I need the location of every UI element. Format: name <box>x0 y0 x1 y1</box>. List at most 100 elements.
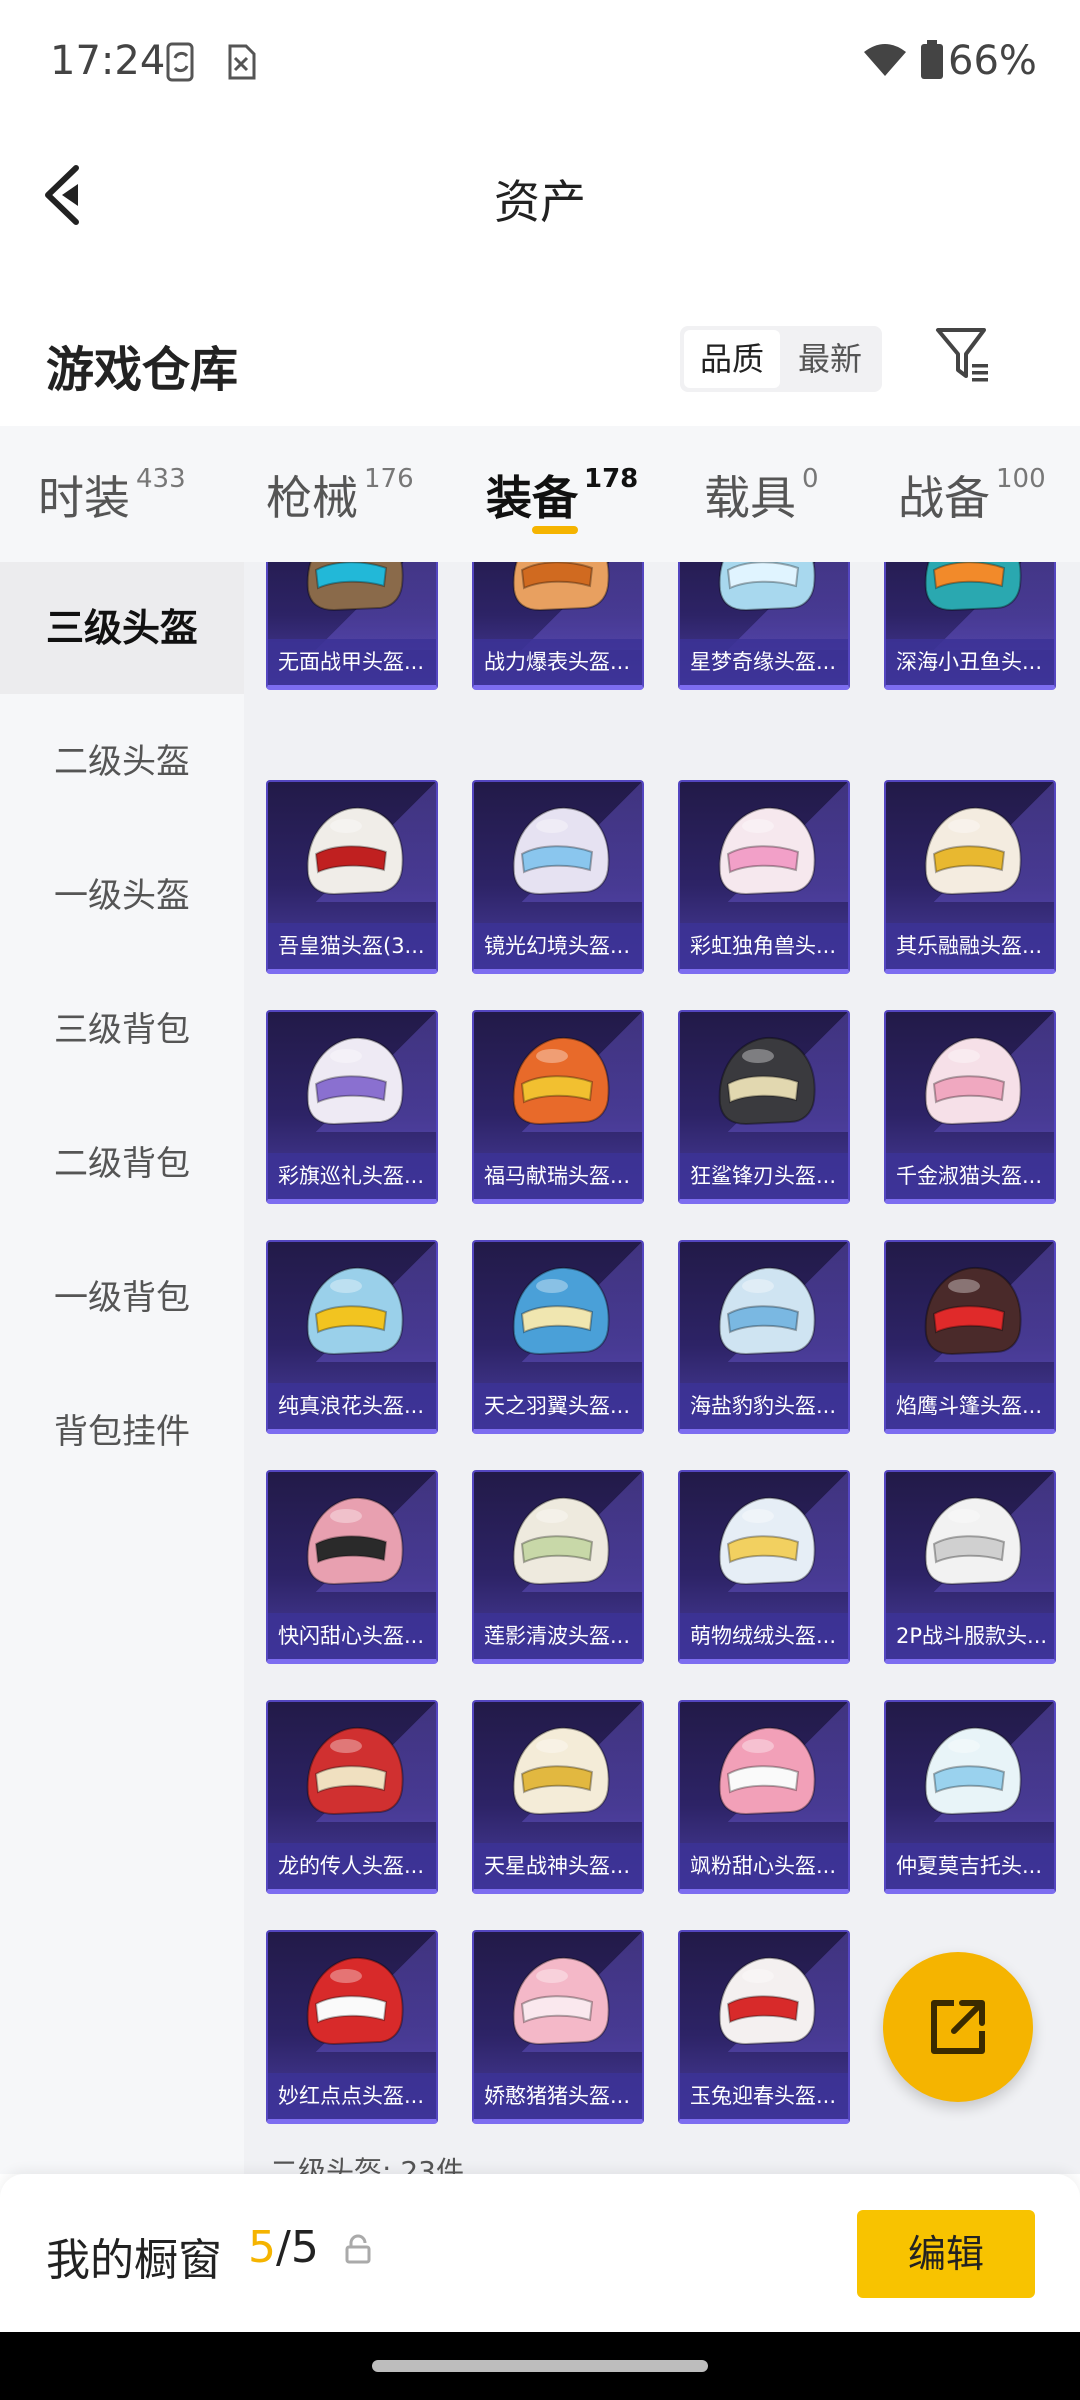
item-name: 福马献瑞头盔... <box>474 1153 642 1199</box>
item-card[interactable]: 彩旗巡礼头盔... <box>266 1010 438 1204</box>
item-card[interactable]: 天之羽翼头盔... <box>472 1240 644 1434</box>
helmet-icon <box>306 1036 404 1126</box>
tab-supplies[interactable]: 战备 100 <box>898 462 1046 528</box>
item-card[interactable]: 福马献瑞头盔... <box>472 1010 644 1204</box>
item-name: 彩旗巡礼头盔... <box>268 1153 436 1199</box>
sidebar-item-level3-backpack[interactable]: 三级背包 <box>0 964 244 1096</box>
helmet-icon <box>512 1956 610 2046</box>
showcase-current: 5 <box>248 2222 276 2273</box>
helmet-icon <box>924 806 1022 896</box>
item-name: 天星战神头盔... <box>474 1843 642 1889</box>
item-card[interactable]: 妙红点点头盔... <box>266 1930 438 2124</box>
item-card[interactable]: 镜光幻境头盔... <box>472 780 644 974</box>
sidebar-item-level1-backpack[interactable]: 一级背包 <box>0 1232 244 1364</box>
item-card[interactable]: 萌物绒绒头盔... <box>678 1470 850 1664</box>
showcase-separator: / <box>276 2222 291 2273</box>
home-gesture-pill[interactable] <box>372 2360 708 2372</box>
item-name: 萌物绒绒头盔... <box>680 1613 848 1659</box>
item-card[interactable]: 海盐豹豹头盔... <box>678 1240 850 1434</box>
helmet-icon <box>718 1726 816 1816</box>
helmet-icon <box>924 1036 1022 1126</box>
item-card[interactable]: 深海小丑鱼头... <box>884 562 1056 690</box>
filter-icon[interactable] <box>934 326 992 386</box>
sort-newest-option[interactable]: 最新 <box>782 330 878 388</box>
item-card[interactable]: 焰鹰斗篷头盔... <box>884 1240 1056 1434</box>
sidebar-item-level2-backpack[interactable]: 二级背包 <box>0 1098 244 1230</box>
sidebar-item-level1-helmet[interactable]: 一级头盔 <box>0 830 244 962</box>
item-card[interactable]: 龙的传人头盔... <box>266 1700 438 1894</box>
helmet-icon <box>718 562 816 612</box>
item-card[interactable]: 娇憨猪猪头盔... <box>472 1930 644 2124</box>
item-card[interactable]: 纯真浪花头盔... <box>266 1240 438 1434</box>
helmet-icon <box>718 1266 816 1356</box>
item-card[interactable]: 天星战神头盔... <box>472 1700 644 1894</box>
status-bar: 17:24 66% <box>0 0 1080 126</box>
tab-fashion[interactable]: 时装 433 <box>38 462 186 528</box>
item-card[interactable]: 千金淑猫头盔... <box>884 1010 1056 1204</box>
showcase-total: 5 <box>290 2222 319 2273</box>
helmet-icon <box>306 562 404 612</box>
showcase-count: 5/5 <box>248 2222 319 2273</box>
phone-sync-icon <box>166 42 194 82</box>
item-name: 彩虹独角兽头... <box>680 923 848 969</box>
helmet-icon <box>306 1266 404 1356</box>
item-name: 镜光幻境头盔... <box>474 923 642 969</box>
item-name: 纯真浪花头盔... <box>268 1383 436 1429</box>
sidebar-item-level3-helmet[interactable]: 三级头盔 <box>0 562 244 694</box>
share-button[interactable] <box>883 1952 1033 2102</box>
item-name: 千金淑猫头盔... <box>886 1153 1054 1199</box>
sidebar-item-backpack-charm[interactable]: 背包挂件 <box>0 1366 244 1498</box>
sidebar-item-level2-helmet[interactable]: 二级头盔 <box>0 696 244 828</box>
helmet-icon <box>512 1496 610 1586</box>
helmet-icon <box>306 1496 404 1586</box>
helmet-icon <box>718 806 816 896</box>
item-name: 狂鲨锋刃头盔... <box>680 1153 848 1199</box>
subcategory-sidebar: 三级头盔 二级头盔 一级头盔 三级背包 二级背包 一级背包 背包挂件 <box>0 562 244 2174</box>
item-card[interactable]: 彩虹独角兽头... <box>678 780 850 974</box>
item-card[interactable]: 仲夏莫吉托头... <box>884 1700 1056 1894</box>
helmet-icon <box>512 1266 610 1356</box>
sort-toggle: 品质 最新 <box>680 326 882 392</box>
helmet-icon <box>924 1726 1022 1816</box>
helmet-icon <box>512 562 610 612</box>
item-name: 天之羽翼头盔... <box>474 1383 642 1429</box>
item-card[interactable]: 无面战甲头盔... <box>266 562 438 690</box>
helmet-icon <box>306 1956 404 2046</box>
showcase-bar: 我的橱窗 5/5 编辑 <box>0 2174 1080 2332</box>
helmet-icon <box>718 1036 816 1126</box>
item-name: 妙红点点头盔... <box>268 2073 436 2119</box>
active-tab-indicator <box>532 526 578 534</box>
lock-icon <box>345 2234 371 2264</box>
helmet-icon <box>718 1496 816 1586</box>
wifi-icon <box>864 44 906 76</box>
item-name: 星梦奇缘头盔... <box>680 639 848 685</box>
helmet-icon <box>718 1956 816 2046</box>
item-card[interactable]: 其乐融融头盔... <box>884 780 1056 974</box>
tab-weapons[interactable]: 枪械 176 <box>266 462 414 528</box>
item-card[interactable]: 莲影清波头盔... <box>472 1470 644 1664</box>
tab-equipment[interactable]: 装备 178 <box>486 462 638 528</box>
battery-icon <box>921 40 943 79</box>
showcase-label: 我的橱窗 <box>46 2235 222 2286</box>
item-name: 2P战斗服款头... <box>886 1613 1054 1659</box>
item-card[interactable]: 狂鲨锋刃头盔... <box>678 1010 850 1204</box>
helmet-icon <box>512 806 610 896</box>
item-card[interactable]: 吾皇猫头盔(3... <box>266 780 438 974</box>
item-card[interactable]: 战力爆表头盔... <box>472 562 644 690</box>
item-card[interactable]: 玉兔迎春头盔... <box>678 1930 850 2124</box>
tab-vehicles[interactable]: 载具 0 <box>704 462 819 528</box>
item-card[interactable]: 星梦奇缘头盔... <box>678 562 850 690</box>
edit-button[interactable]: 编辑 <box>857 2210 1035 2298</box>
helmet-icon <box>306 806 404 896</box>
item-name: 龙的传人头盔... <box>268 1843 436 1889</box>
item-name: 仲夏莫吉托头... <box>886 1843 1054 1889</box>
share-out-icon <box>931 2000 985 2054</box>
battery-percentage: 66% <box>948 38 1037 84</box>
item-name: 莲影清波头盔... <box>474 1613 642 1659</box>
item-card[interactable]: 2P战斗服款头... <box>884 1470 1056 1664</box>
item-card[interactable]: 快闪甜心头盔... <box>266 1470 438 1664</box>
helmet-icon <box>924 1496 1022 1586</box>
item-card[interactable]: 飒粉甜心头盔... <box>678 1700 850 1894</box>
sort-quality-option[interactable]: 品质 <box>684 330 780 388</box>
section-title: 游戏仓库 <box>46 342 239 398</box>
